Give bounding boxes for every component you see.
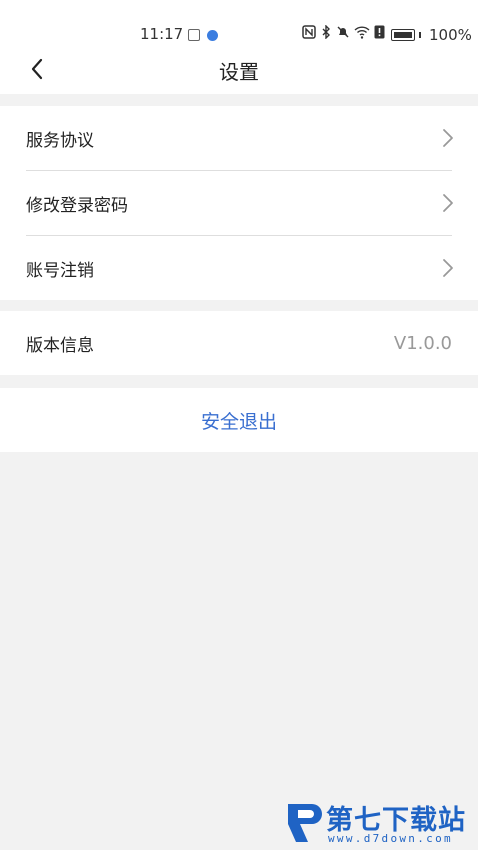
chevron-right-icon bbox=[443, 259, 453, 277]
battery-percent: 100% bbox=[429, 25, 472, 44]
row-label: 账号注销 bbox=[26, 260, 94, 281]
settings-group-logout: 安全退出 bbox=[0, 388, 478, 452]
logout-button[interactable]: 安全退出 bbox=[0, 388, 478, 452]
nav-bar: 设置 bbox=[0, 44, 478, 94]
version-value: V1.0.0 bbox=[393, 332, 452, 354]
status-bar: 11:17 100% bbox=[0, 0, 478, 44]
watermark: 第七下载站 www.d7down.com bbox=[284, 796, 474, 848]
battery-tip bbox=[419, 31, 421, 38]
wifi-icon bbox=[354, 25, 370, 44]
settings-group-main: 服务协议 修改登录密码 账号注销 bbox=[0, 106, 478, 300]
chevron-right-icon bbox=[443, 194, 453, 212]
status-icons: 100% bbox=[302, 24, 472, 44]
nfc-icon bbox=[302, 25, 316, 44]
service-agreement-row[interactable]: 服务协议 bbox=[0, 106, 478, 170]
settings-group-version: 版本信息 V1.0.0 bbox=[0, 311, 478, 375]
notification-dot-icon bbox=[207, 30, 218, 41]
d7-logo-icon bbox=[288, 804, 322, 842]
version-label: 版本信息 bbox=[26, 335, 94, 356]
row-label: 修改登录密码 bbox=[26, 195, 128, 216]
account-deletion-row[interactable]: 账号注销 bbox=[0, 236, 478, 300]
battery-icon bbox=[391, 28, 415, 41]
watermark-url: www.d7down.com bbox=[328, 832, 453, 845]
mute-icon bbox=[336, 25, 350, 44]
sim-alert-icon bbox=[374, 25, 385, 44]
chevron-right-icon bbox=[443, 129, 453, 147]
page-title: 设置 bbox=[219, 60, 259, 84]
change-password-row[interactable]: 修改登录密码 bbox=[0, 171, 478, 235]
row-label: 服务协议 bbox=[26, 130, 94, 151]
bluetooth-icon bbox=[320, 24, 332, 44]
version-row: 版本信息 V1.0.0 bbox=[0, 311, 478, 375]
notification-app-icon bbox=[188, 29, 200, 41]
status-time: 11:17 bbox=[140, 25, 184, 43]
